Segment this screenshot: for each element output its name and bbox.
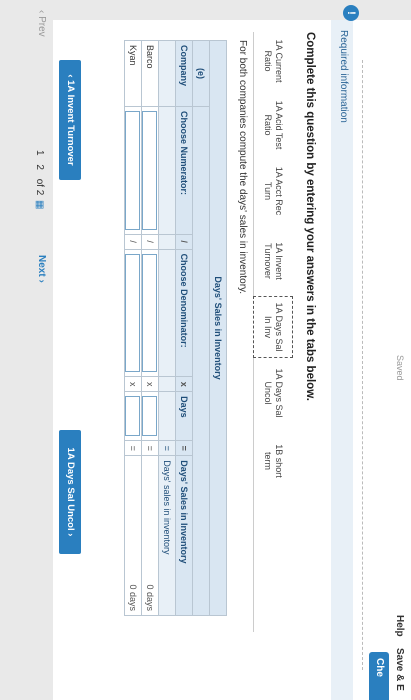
grid-icon[interactable]: ▦ [34, 200, 45, 209]
chevron-right-icon: › [65, 530, 76, 537]
help-link[interactable]: Help [394, 615, 405, 637]
question-text: Complete this question by entering your … [304, 32, 316, 401]
denominator-input[interactable] [141, 249, 159, 377]
check-button[interactable]: Che [369, 652, 389, 700]
col-sub: (e) [192, 40, 210, 107]
days-input-box[interactable] [142, 396, 158, 437]
tab-days-sal-inv[interactable]: 1A Days Sal In Inv [253, 296, 293, 358]
header-numerator: Choose Numerator: [175, 106, 193, 235]
sub-empty [158, 40, 176, 107]
row-times: x [124, 376, 142, 392]
sub-num [158, 106, 176, 235]
header-days: Days [175, 391, 193, 441]
numerator-input-box[interactable] [125, 110, 141, 230]
next-page-label: Next [36, 255, 47, 277]
sub-days [158, 391, 176, 441]
header-times: x [175, 376, 193, 392]
sub-op2 [158, 376, 176, 392]
page-of: of 2 [34, 178, 45, 196]
header-equals: = [175, 440, 193, 456]
bottom-area [0, 0, 53, 700]
days-sales-table: Days' Sales in Inventory (e) Company Cho… [124, 40, 227, 616]
save-exit-link[interactable]: Save & E [394, 648, 405, 691]
numerator-input[interactable] [124, 106, 142, 235]
prev-tab-button[interactable]: ‹ 1A Invent Turnover [59, 60, 81, 180]
row-result: 0 days [124, 455, 142, 616]
numerator-input-box[interactable] [142, 110, 158, 230]
tab-acid-test[interactable]: 1A Acid Test Ratio [253, 96, 293, 154]
sub-equals: = [158, 440, 176, 456]
next-tab-button[interactable]: 1A Days Sal Uncol › [59, 430, 81, 554]
alert-icon: ! [343, 5, 359, 21]
rotated-page: Saved Help Save & E Che ! Required infor… [0, 0, 411, 700]
table-title: Days' Sales in Inventory [209, 40, 227, 616]
row-times: x [141, 376, 159, 392]
days-input[interactable] [141, 391, 159, 441]
tab-days-sal-uncol[interactable]: 1A Days Sal Uncol [253, 362, 293, 424]
divider [362, 60, 363, 670]
denominator-input-box[interactable] [125, 253, 141, 373]
page-second[interactable]: 2 [34, 164, 45, 170]
screen: Saved Help Save & E Che ! Required infor… [0, 0, 411, 700]
row-result: 0 days [141, 455, 159, 616]
next-tab-label: 1A Days Sal Uncol [65, 447, 76, 531]
top-bar [383, 0, 411, 700]
denominator-input[interactable] [124, 249, 142, 377]
tab-invent-turnover[interactable]: 1A Invent Turnover [253, 228, 293, 294]
sub-den [158, 249, 176, 377]
page-current[interactable]: 1 [34, 150, 45, 156]
tab-acct-rec-turn[interactable]: 1A Acct Rec Turn [253, 160, 293, 222]
row-slash: / [141, 234, 159, 250]
result-sub: Days' sales in inventory [158, 455, 176, 616]
row-equals: = [141, 440, 159, 456]
next-page-button[interactable]: Next › [36, 255, 47, 283]
header-spacer [192, 106, 210, 616]
row-equals: = [124, 440, 142, 456]
sub-op1 [158, 234, 176, 250]
numerator-input[interactable] [141, 106, 159, 235]
tab-short-term[interactable]: 1B short term [253, 430, 293, 492]
instruction-text: For both companies compute the days' sal… [237, 40, 248, 295]
header-company: Company [175, 40, 193, 107]
row-company: Barco [141, 40, 159, 107]
chevron-right-icon: › [36, 276, 47, 283]
prev-page-button[interactable]: ‹ Prev [36, 10, 47, 37]
saved-status: Saved [395, 355, 405, 381]
required-info-text: Required information [338, 30, 349, 123]
tab-current-ratio[interactable]: 1A Current Ratio [253, 32, 293, 90]
prev-tab-label: 1A Invent Turnover [65, 80, 76, 166]
header-denominator: Choose Denominator: [175, 249, 193, 377]
header-result: Days' Sales in Inventory [175, 455, 193, 616]
row-company: Kyan [124, 40, 142, 107]
prev-page-label: Prev [36, 16, 47, 37]
days-input[interactable] [124, 391, 142, 441]
denominator-input-box[interactable] [142, 253, 158, 373]
row-slash: / [124, 234, 142, 250]
header-slash: / [175, 234, 193, 250]
days-input-box[interactable] [125, 396, 141, 437]
page-indicator: 1 2 of 2 [34, 150, 45, 195]
